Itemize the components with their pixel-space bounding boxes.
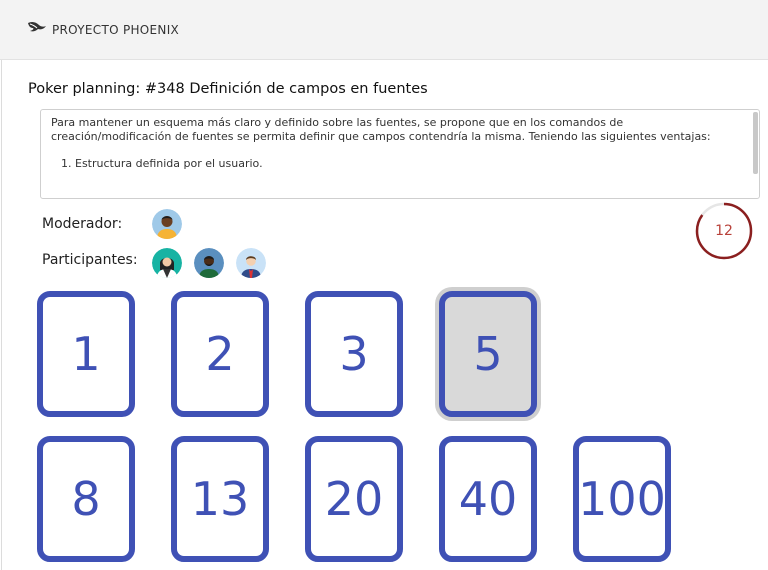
timer-value: 12: [715, 223, 733, 239]
top-bar: PROYECTO PHOENIX: [0, 0, 768, 60]
description-scrollbar[interactable]: [753, 112, 758, 174]
brand[interactable]: PROYECTO PHOENIX: [27, 20, 179, 40]
moderator-label: Moderador:: [42, 216, 123, 232]
card-5-selected[interactable]: 5: [439, 291, 537, 417]
task-description-box[interactable]: Para mantener un esquema más claro y def…: [40, 109, 760, 199]
participant-avatar[interactable]: [152, 248, 182, 278]
task-description-list: Estructura definida por el usuario.: [51, 157, 739, 171]
page-title: Poker planning: #348 Definición de campo…: [28, 81, 428, 97]
card-8[interactable]: 8: [37, 436, 135, 562]
moderator-avatar[interactable]: [152, 209, 182, 239]
card-13[interactable]: 13: [171, 436, 269, 562]
participant-avatar[interactable]: [236, 248, 266, 278]
list-item: Estructura definida por el usuario.: [75, 157, 739, 171]
phoenix-logo-icon: [27, 20, 47, 40]
countdown-timer: 12: [695, 202, 753, 260]
card-40[interactable]: 40: [439, 436, 537, 562]
card-100[interactable]: 100: [573, 436, 671, 562]
participant-avatar[interactable]: [194, 248, 224, 278]
card-2[interactable]: 2: [171, 291, 269, 417]
task-description-text: Para mantener un esquema más claro y def…: [51, 116, 711, 143]
participants-label: Participantes:: [42, 252, 138, 268]
card-20[interactable]: 20: [305, 436, 403, 562]
card-3[interactable]: 3: [305, 291, 403, 417]
card-1[interactable]: 1: [37, 291, 135, 417]
brand-name: PROYECTO PHOENIX: [52, 23, 180, 37]
